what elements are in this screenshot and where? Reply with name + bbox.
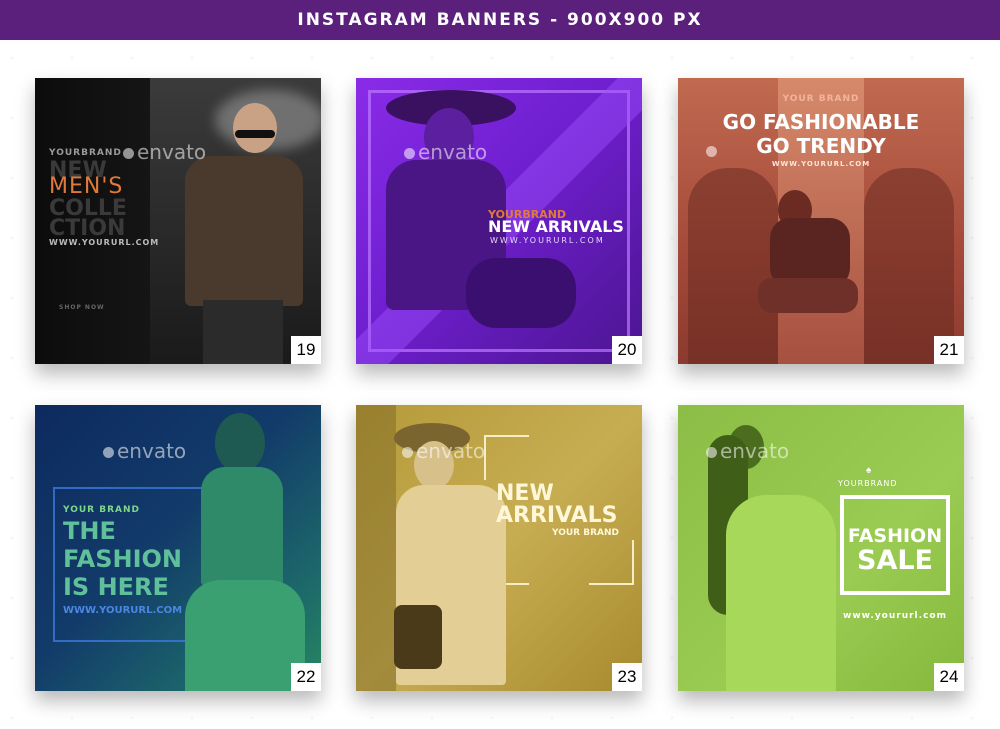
brand-label: YOUR BRAND xyxy=(63,505,140,515)
url-label: WWW.YOURURL.COM xyxy=(771,160,871,168)
envato-leaf-icon xyxy=(103,447,114,458)
url-label: www.yoururl.com xyxy=(843,611,947,621)
headline-line1: FASHION xyxy=(847,525,943,547)
page-title: INSTAGRAM BANNERS - 900X900 PX xyxy=(297,10,703,30)
spade-icon: ♠ xyxy=(866,465,872,476)
banner-card-23[interactable]: envato NEW ARRIVALS YOUR BRAND 23 xyxy=(356,405,642,691)
envato-leaf-icon xyxy=(404,148,415,159)
envato-watermark: envato xyxy=(103,439,186,463)
card-number: 23 xyxy=(612,663,642,691)
headline-line1: THE xyxy=(63,517,116,545)
card-number: 19 xyxy=(291,336,321,364)
brand-label: YOURBRAND xyxy=(838,479,898,488)
brand-label: YOUR BRAND xyxy=(782,94,860,104)
envato-leaf-icon xyxy=(706,447,717,458)
headline-line2: GO TRENDY xyxy=(756,134,886,158)
escalator-left xyxy=(688,168,778,364)
url-label: WWW.YOURURL.COM xyxy=(490,236,605,245)
url-label: WWW.YOURURL.COM xyxy=(63,605,183,616)
headline-line2: FASHION xyxy=(63,545,183,573)
headline-line1: GO FASHIONABLE xyxy=(722,110,920,134)
header-bar: INSTAGRAM BANNERS - 900X900 PX xyxy=(0,0,1000,40)
card-number: 22 xyxy=(291,663,321,691)
headline-line2: ARRIVALS xyxy=(496,503,618,528)
url-label: WWW.YOURURL.COM xyxy=(49,238,160,247)
envato-leaf-icon xyxy=(402,447,413,458)
brand-label: YOUR BRAND xyxy=(552,528,619,538)
card-number: 21 xyxy=(934,336,964,364)
envato-watermark: envato xyxy=(706,439,789,463)
envato-leaf-icon xyxy=(123,148,134,159)
envato-watermark: envato xyxy=(402,439,485,463)
headline: NEW ARRIVALS xyxy=(488,217,624,236)
brand-label: YOURBRAND xyxy=(49,148,122,158)
envato-watermark: envato xyxy=(123,140,206,164)
banner-card-24[interactable]: envato ♠ YOURBRAND FASHION SALE www.your… xyxy=(678,405,964,691)
headline-line2: SALE xyxy=(857,545,933,576)
banner-card-21[interactable]: YOUR BRAND GO FASHIONABLE GO TRENDY WWW.… xyxy=(678,78,964,364)
escalator-right xyxy=(864,168,954,364)
building-left xyxy=(356,405,396,691)
banner-card-20[interactable]: envato YOURBRAND NEW ARRIVALS WWW.YOURUR… xyxy=(356,78,642,364)
banner-card-22[interactable]: envato YOUR BRAND THE FASHION IS HERE WW… xyxy=(35,405,321,691)
envato-watermark: envato xyxy=(404,140,487,164)
card-number: 24 xyxy=(934,663,964,691)
card-number: 20 xyxy=(612,336,642,364)
shop-now-link[interactable]: SHOP NOW xyxy=(59,304,105,311)
headline-line3: IS HERE xyxy=(63,573,169,601)
banner-card-19[interactable]: envato YOURBRAND NEW MEN'S COLLE CTION W… xyxy=(35,78,321,364)
